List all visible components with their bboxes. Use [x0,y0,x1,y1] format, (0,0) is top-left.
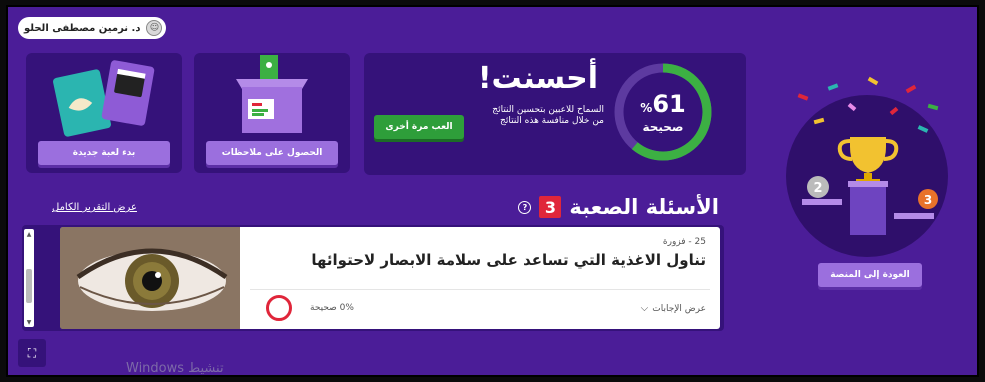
svg-text:2: 2 [813,181,822,196]
accuracy-ring-icon [266,295,292,321]
divider [250,289,710,290]
back-to-podium-button[interactable]: العودة إلى المنصة [818,263,922,287]
scroll-up-icon[interactable]: ▲ [24,229,34,239]
scroll-thumb[interactable] [26,269,32,303]
show-answers-label: عرض الإجابات [652,303,706,314]
scroll-down-icon[interactable]: ▼ [24,317,34,327]
question-panel: ▲ ▼ 25 - فزورة تناول الاغذية التي تساعد … [22,225,724,331]
avatar: ☺ [146,20,163,36]
app-frame: ☺ د. نرمين مصطفى الحلو بدء لعبة جديدة ال… [6,5,979,377]
fullscreen-icon[interactable]: ⛶ [18,339,46,367]
chevron-down-icon: ⌵ [640,303,649,314]
question-correct-rate: 0% صحيحة [310,303,354,313]
show-answers-toggle[interactable]: عرض الإجابات ⌵ [641,303,706,314]
full-report-link[interactable]: عرض التقرير الكامل [52,202,137,213]
windows-activation-watermark: تنشيط Windows [126,361,224,376]
result-description: السماح للاعبين بتحسين النتائج من خلال من… [492,105,604,126]
new-game-button[interactable]: بدء لعبة جديدة [38,141,170,165]
cards-illustration-icon [53,60,155,137]
question-meta: 25 - فزورة [662,237,706,247]
score-percent: %61 [640,90,686,118]
headline: أحسنت! [477,61,598,96]
result-card: %61 صحيحة أحسنت! السماح للاعبين بتحسين ا… [364,53,746,175]
feedback-button[interactable]: الحصول على ملاحظات [206,141,338,165]
scrollbar[interactable]: ▲ ▼ [24,229,34,327]
question-card[interactable]: 25 - فزورة تناول الاغذية التي تساعد على … [60,227,720,329]
new-game-card: بدء لعبة جديدة [26,53,182,173]
ballot-box-icon [236,55,308,133]
hard-questions-header: الأسئلة الصعبة 3 ? [518,195,719,219]
feedback-card: الحصول على ملاحظات [194,53,350,173]
question-text: تناول الاغذية التي تساعد على سلامة الابص… [311,251,706,269]
score-label: صحيحة [642,120,684,134]
user-badge: ☺ د. نرمين مصطفى الحلو [18,17,167,39]
hard-questions-count: 3 [539,196,562,218]
eye-image [60,227,240,329]
svg-text:3: 3 [924,193,932,207]
score-ring: %61 صحيحة [612,61,714,163]
user-name: د. نرمين مصطفى الحلو [24,22,141,34]
hard-questions-title: الأسئلة الصعبة [569,195,719,219]
play-again-button[interactable]: العب مرة أخرى [374,115,464,139]
trophy-podium-icon: 2 3 [797,76,939,235]
help-icon[interactable]: ? [518,200,532,214]
